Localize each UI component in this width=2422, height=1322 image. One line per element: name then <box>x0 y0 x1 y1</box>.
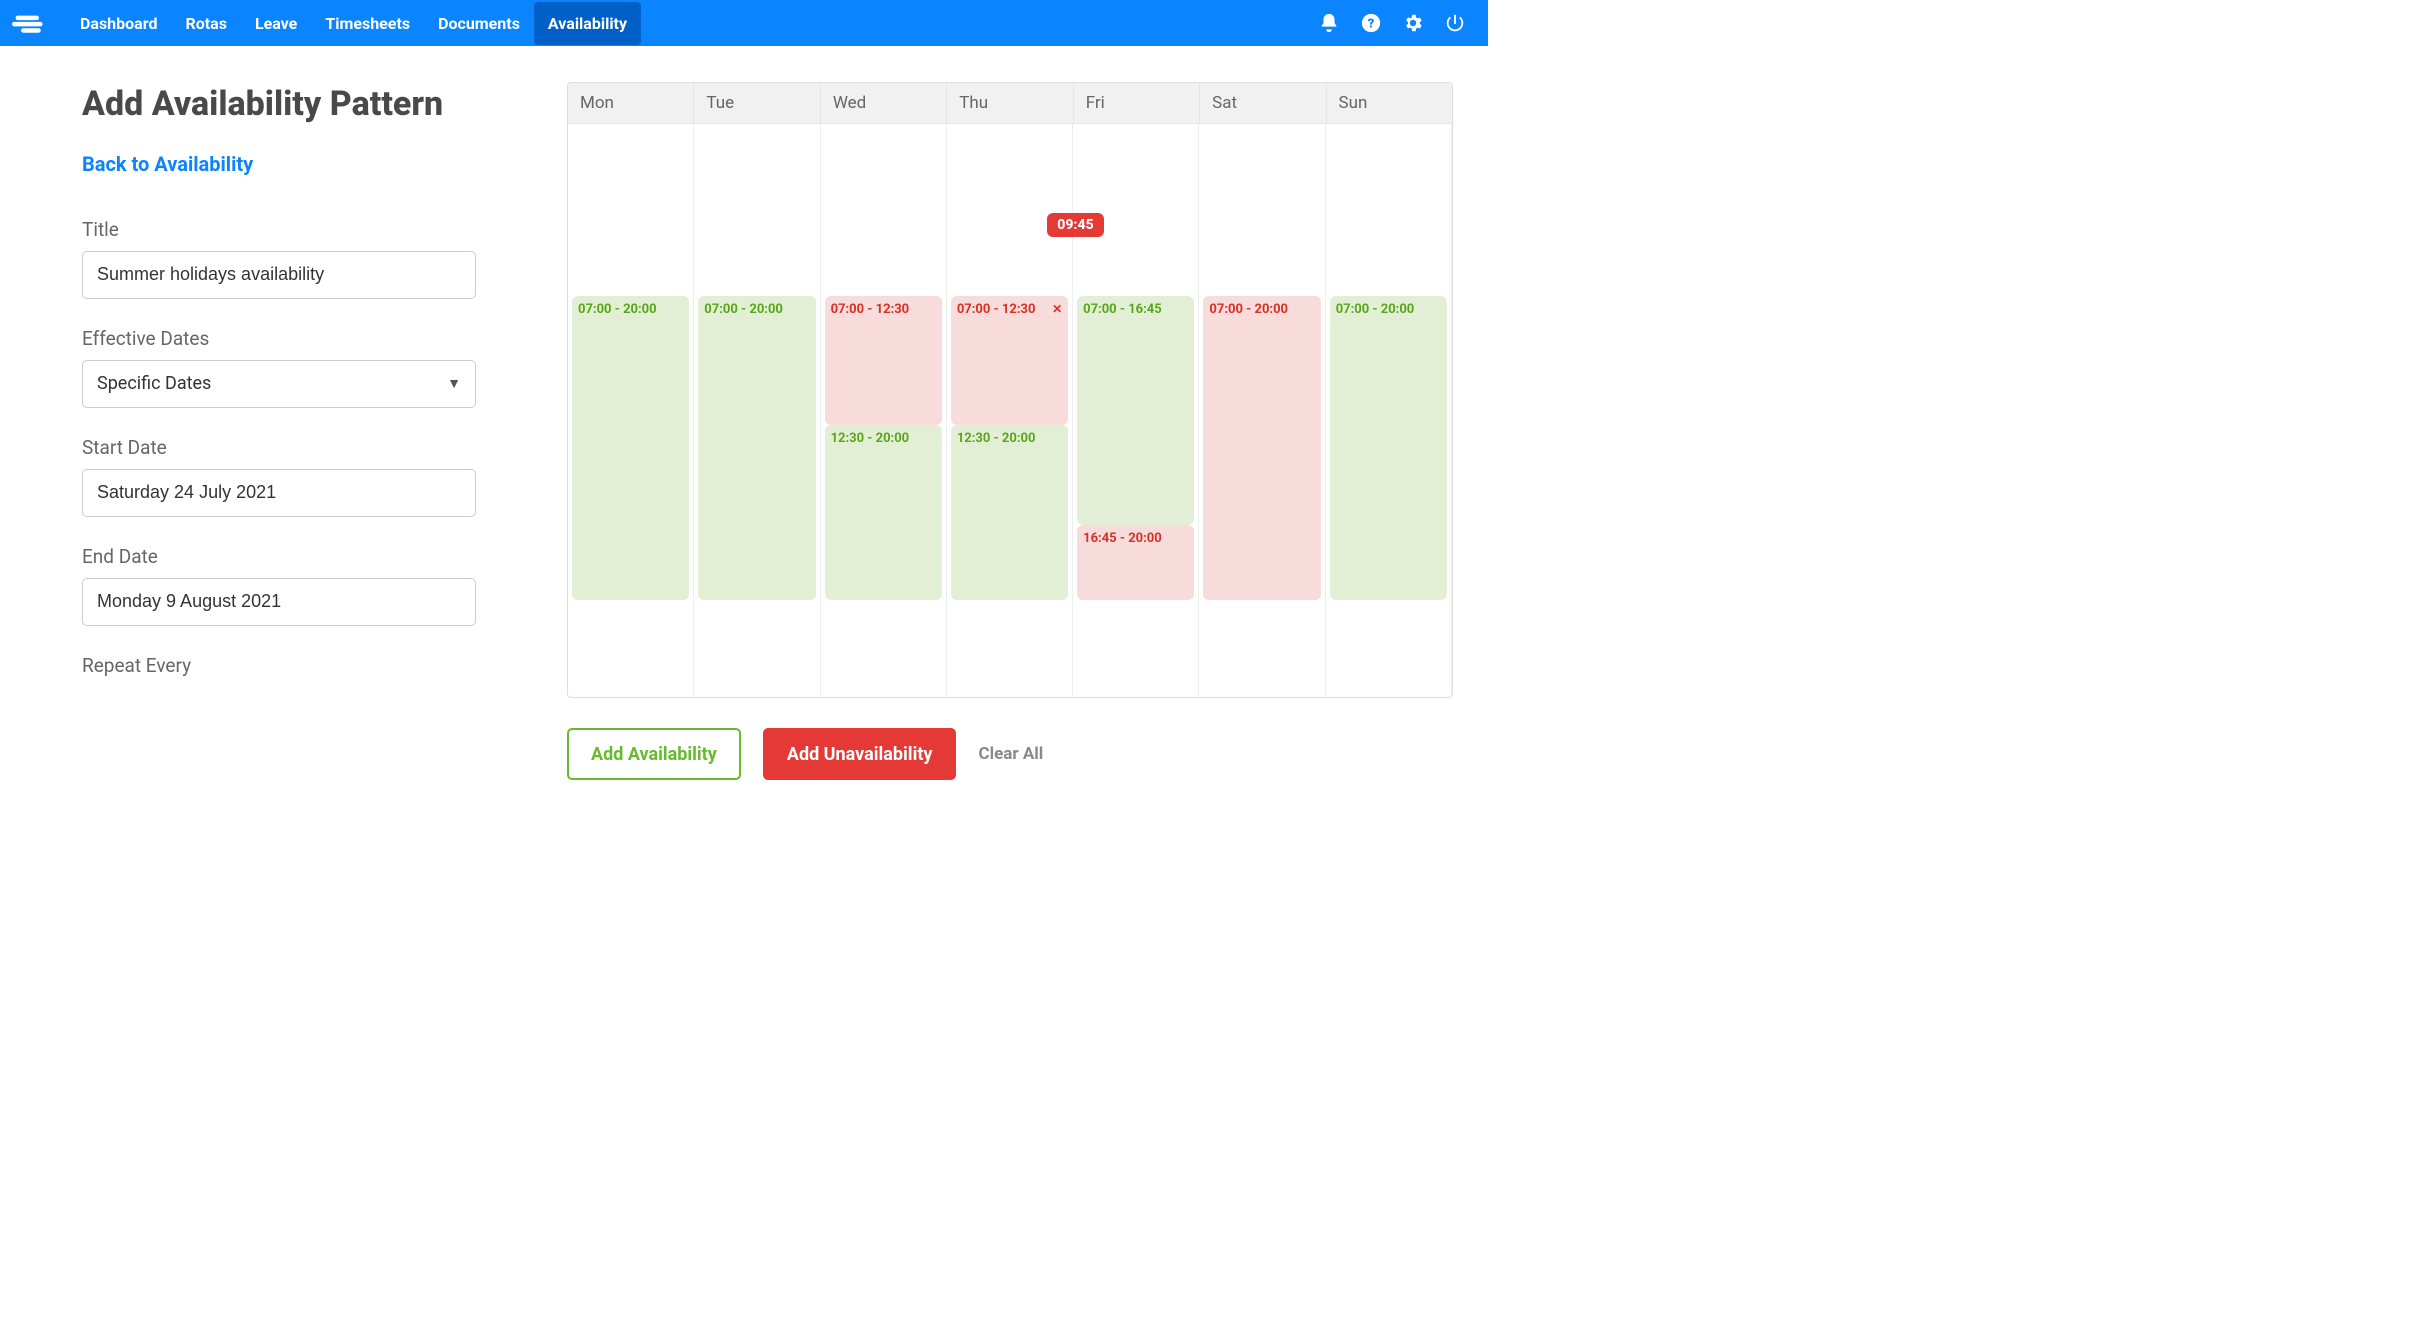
close-icon[interactable]: ✕ <box>1052 302 1062 316</box>
main-content: Add Availability Pattern Back to Availab… <box>0 46 1488 780</box>
unavailability-block[interactable]: 07:00 - 20:00 <box>1203 296 1320 600</box>
title-input[interactable] <box>82 251 476 299</box>
availability-block[interactable]: 07:00 - 20:00 <box>698 296 815 600</box>
title-label: Title <box>82 218 482 241</box>
calendar-day-header: Mon <box>568 83 694 123</box>
form-column: Add Availability Pattern Back to Availab… <box>82 82 482 780</box>
nav-links: DashboardRotasLeaveTimesheetsDocumentsAv… <box>66 2 641 45</box>
power-icon[interactable] <box>1444 12 1466 34</box>
repeat-every-group: Repeat Every <box>82 654 482 677</box>
availability-block[interactable]: 07:00 - 20:00 <box>572 296 689 600</box>
calendar-header: MonTueWedThuFriSatSun <box>568 83 1452 124</box>
calendar-actions: Add Availability Add Unavailability Clea… <box>567 728 1453 780</box>
calendar-column[interactable]: 07:00 - 16:4516:45 - 20:00 <box>1073 124 1199 697</box>
start-date-label: Start Date <box>82 436 482 459</box>
calendar-column[interactable]: 07:00 - 20:00 <box>1326 124 1452 697</box>
calendar-body[interactable]: 07:00 - 20:0007:00 - 20:0007:00 - 12:301… <box>568 124 1452 697</box>
page-title: Add Availability Pattern <box>82 82 482 128</box>
effective-dates-value: Specific Dates <box>97 373 211 394</box>
calendar-column[interactable]: 07:00 - 12:3012:30 - 20:00 <box>821 124 947 697</box>
calendar-day-header: Tue <box>694 83 820 123</box>
help-icon[interactable]: ? <box>1360 12 1382 34</box>
availability-block[interactable]: 12:30 - 20:00 <box>951 425 1068 600</box>
calendar-column: MonTueWedThuFriSatSun 07:00 - 20:0007:00… <box>567 82 1453 780</box>
repeat-every-label: Repeat Every <box>82 654 482 677</box>
start-date-group: Start Date <box>82 436 482 517</box>
effective-dates-select[interactable]: Specific Dates ▼ <box>82 360 476 408</box>
nav-link-documents[interactable]: Documents <box>424 2 534 45</box>
calendar-column[interactable]: 07:00 - 20:00 <box>568 124 694 697</box>
availability-block[interactable]: 07:00 - 16:45 <box>1077 296 1194 525</box>
end-date-input[interactable] <box>82 578 476 626</box>
calendar-column[interactable]: 07:00 - 12:30✕12:30 - 20:00 <box>947 124 1073 697</box>
end-date-group: End Date <box>82 545 482 626</box>
calendar-day-header: Thu <box>947 83 1073 123</box>
title-group: Title <box>82 218 482 299</box>
nav-link-timesheets[interactable]: Timesheets <box>311 2 424 45</box>
calendar-column[interactable]: 07:00 - 20:00 <box>1199 124 1325 697</box>
add-unavailability-button[interactable]: Add Unavailability <box>763 728 957 780</box>
clear-all-button[interactable]: Clear All <box>978 744 1043 764</box>
add-availability-button[interactable]: Add Availability <box>567 728 741 780</box>
logo-icon[interactable] <box>12 11 48 35</box>
nav-link-rotas[interactable]: Rotas <box>171 2 240 45</box>
end-date-label: End Date <box>82 545 482 568</box>
effective-dates-label: Effective Dates <box>82 327 482 350</box>
bell-icon[interactable] <box>1318 12 1340 34</box>
start-date-input[interactable] <box>82 469 476 517</box>
chevron-down-icon: ▼ <box>447 375 461 392</box>
unavailability-block[interactable]: 07:00 - 12:30✕ <box>951 296 1068 425</box>
nav-link-availability[interactable]: Availability <box>534 2 641 45</box>
nav-link-leave[interactable]: Leave <box>241 2 311 45</box>
calendar-column[interactable]: 07:00 - 20:00 <box>694 124 820 697</box>
calendar-day-header: Sun <box>1327 83 1452 123</box>
back-link[interactable]: Back to Availability <box>82 152 253 176</box>
nav-right-icons: ? <box>1318 12 1476 34</box>
calendar-day-header: Fri <box>1074 83 1200 123</box>
unavailability-block[interactable]: 16:45 - 20:00 <box>1077 525 1194 599</box>
nav-link-dashboard[interactable]: Dashboard <box>66 2 171 45</box>
calendar-day-header: Sat <box>1200 83 1326 123</box>
availability-block[interactable]: 07:00 - 20:00 <box>1330 296 1447 600</box>
svg-text:?: ? <box>1368 17 1375 32</box>
calendar-day-header: Wed <box>821 83 947 123</box>
availability-block[interactable]: 12:30 - 20:00 <box>825 425 942 600</box>
top-nav: DashboardRotasLeaveTimesheetsDocumentsAv… <box>0 0 1488 46</box>
effective-dates-group: Effective Dates Specific Dates ▼ <box>82 327 482 408</box>
calendar-grid: MonTueWedThuFriSatSun 07:00 - 20:0007:00… <box>567 82 1453 698</box>
unavailability-block[interactable]: 07:00 - 12:30 <box>825 296 942 425</box>
gear-icon[interactable] <box>1402 12 1424 34</box>
